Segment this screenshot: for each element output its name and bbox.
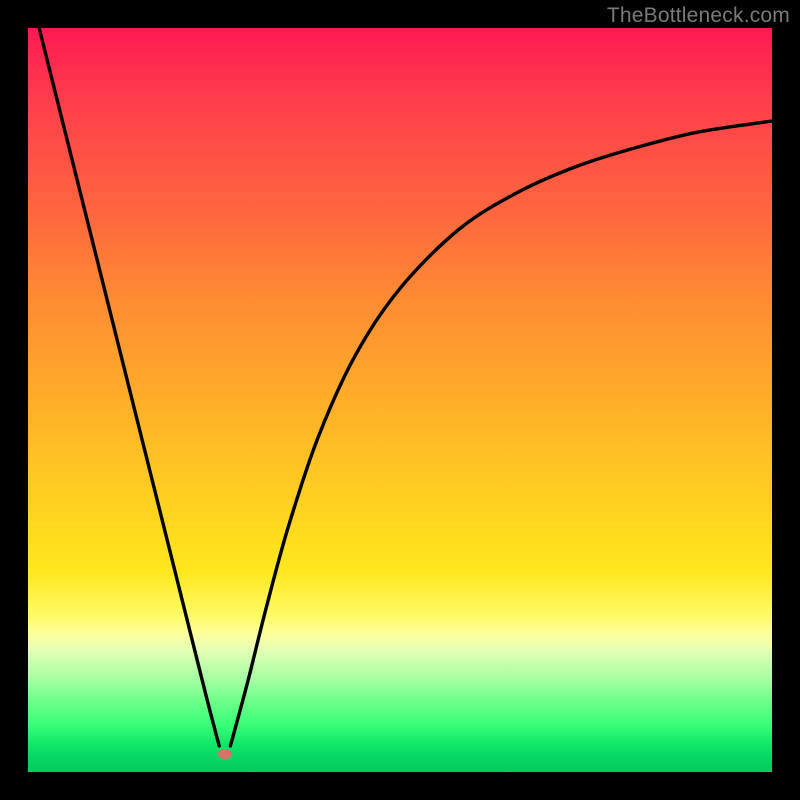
curve-path <box>39 28 772 746</box>
plot-area <box>28 28 772 772</box>
optimum-marker-dot <box>218 749 232 759</box>
bottleneck-curve <box>28 28 772 772</box>
watermark-text: TheBottleneck.com <box>607 4 790 28</box>
